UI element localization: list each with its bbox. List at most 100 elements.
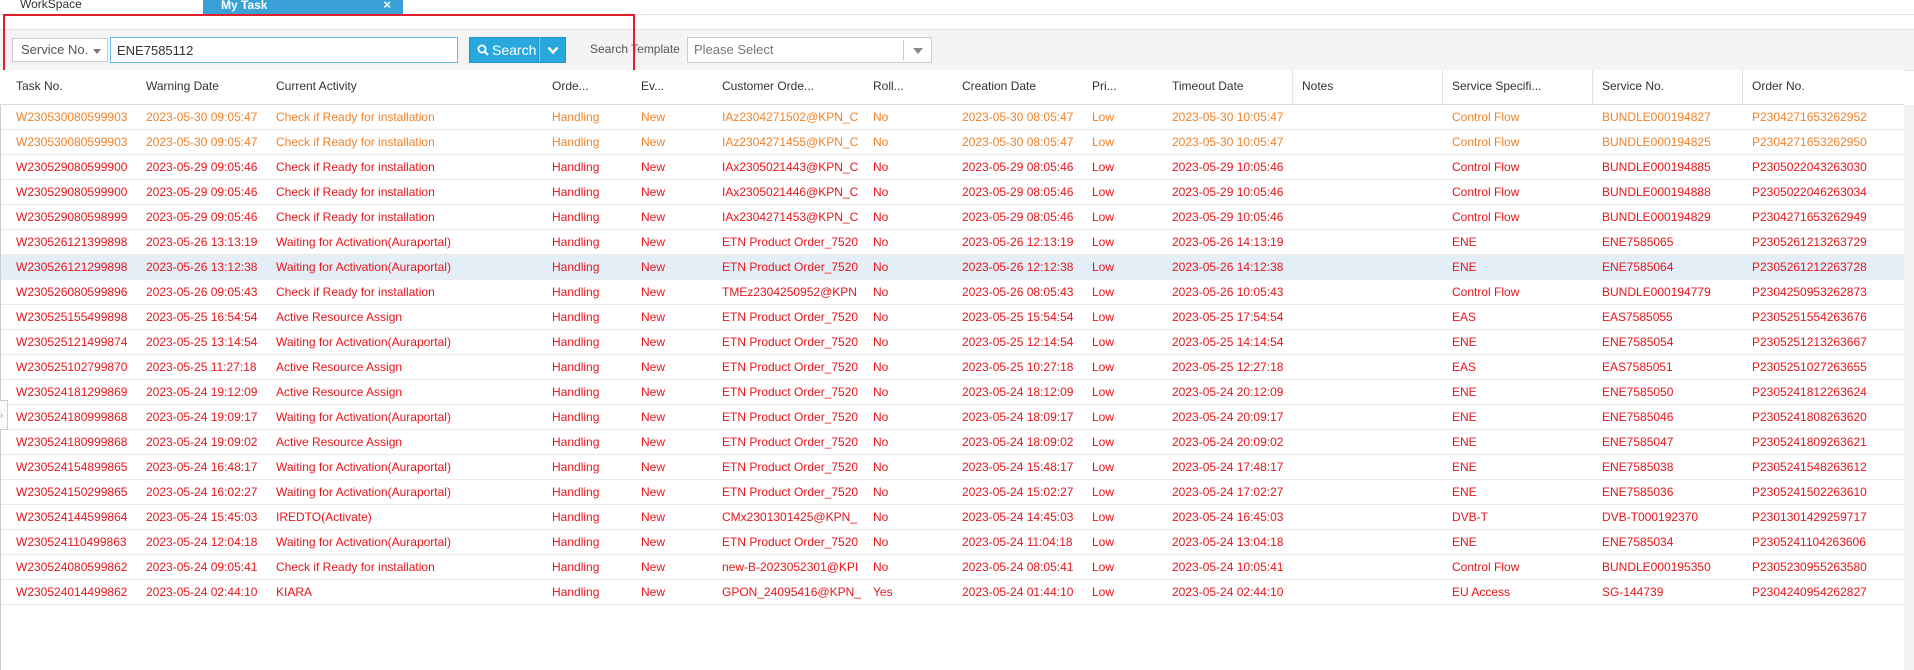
cell-order-status: Handling	[552, 460, 600, 474]
cell-creation-date: 2023-05-24 01:44:10	[962, 585, 1074, 599]
cell-rollback: Yes	[873, 585, 893, 599]
column-header-order-no[interactable]: Order No.	[1748, 70, 1898, 104]
cell-notes	[1298, 405, 1444, 429]
search-template-select[interactable]: Please Select	[687, 37, 932, 63]
cell-timeout-date: 2023-05-24 02:44:10	[1172, 585, 1284, 599]
cell-creation-date: 2023-05-24 11:04:18	[962, 535, 1073, 549]
cell-creation-date: 2023-05-25 12:14:54	[962, 335, 1074, 349]
cell-event: New	[641, 360, 666, 374]
cell-notes	[1298, 155, 1444, 179]
cell-event: New	[641, 185, 666, 199]
cell-task-no: W230524144599864	[16, 510, 128, 524]
chevron-down-icon	[547, 46, 559, 55]
table-row[interactable]: W230525155499898 2023-05-25 16:54:54 Activ…	[0, 305, 1904, 330]
table-row[interactable]: W230524080599862 2023-05-24 09:05:41 Check…	[0, 555, 1904, 580]
cell-rollback: No	[873, 210, 889, 224]
cell-timeout-date: 2023-05-26 14:13:19	[1172, 235, 1284, 249]
column-header-order-status[interactable]: Orde...	[548, 70, 633, 104]
tab-my-task[interactable]: My Task ×	[203, 0, 403, 16]
panel-expand-handle[interactable]: ›	[0, 400, 8, 430]
cell-priority: Low	[1092, 285, 1115, 299]
cell-order-status: Handling	[552, 110, 600, 124]
column-header-task-no[interactable]: Task No.	[12, 70, 138, 104]
table-row[interactable]: W230526121399898 2023-05-26 13:13:19 Waiti…	[0, 230, 1904, 255]
table-row[interactable]: W230530080599903 2023-05-30 09:05:47 Check…	[0, 105, 1904, 130]
cell-creation-date: 2023-05-29 08:05:46	[962, 160, 1074, 174]
cell-notes	[1298, 130, 1444, 154]
cell-notes	[1298, 255, 1444, 279]
column-header-creation-date[interactable]: Creation Date	[958, 70, 1084, 104]
cell-current-activity: Check if Ready for installation	[276, 160, 435, 174]
column-header-current-activity[interactable]: Current Activity	[272, 70, 544, 104]
column-header-service-no[interactable]: Service No.	[1598, 70, 1744, 104]
column-header-customer-order[interactable]: Customer Orde...	[718, 70, 865, 104]
column-separator[interactable]	[1292, 70, 1293, 104]
table-row[interactable]: W230529080599900 2023-05-29 09:05:46 Check…	[0, 180, 1904, 205]
column-separator[interactable]	[1742, 70, 1743, 104]
column-separator[interactable]	[1592, 70, 1593, 104]
cell-rollback: No	[873, 485, 889, 499]
table-row[interactable]: W230524144599864 2023-05-24 15:45:03 IREDT…	[0, 505, 1904, 530]
cell-order-no: P2305230955263580	[1752, 560, 1867, 574]
cell-service-spec: ENE	[1452, 485, 1477, 499]
table-row[interactable]: W230524180999868 2023-05-24 19:09:02 Activ…	[0, 430, 1904, 455]
cell-service-spec: Control Flow	[1452, 560, 1520, 574]
cell-event: New	[641, 535, 666, 549]
cell-warning-date: 2023-05-30 09:05:47	[146, 110, 258, 124]
column-header-rollback[interactable]: Roll...	[869, 70, 954, 104]
table-row[interactable]: W230524181299869 2023-05-24 19:12:09 Activ…	[0, 380, 1904, 405]
grid-header: Task No. Warning Date Current Activity Orde…	[0, 70, 1904, 105]
cell-warning-date: 2023-05-24 15:45:03	[146, 510, 258, 524]
cell-rollback: No	[873, 385, 889, 399]
cell-service-spec: ENE	[1452, 460, 1477, 474]
cell-current-activity: IREDTO(Activate)	[276, 510, 372, 524]
cell-rollback: No	[873, 510, 889, 524]
cell-customer-order: TMEz2304250952@KPN	[722, 285, 857, 299]
table-row[interactable]: W230525102799870 2023-05-25 11:27:18 Activ…	[0, 355, 1904, 380]
column-header-event[interactable]: Ev...	[637, 70, 714, 104]
cell-priority: Low	[1092, 535, 1115, 549]
table-row[interactable]: W230526080599896 2023-05-26 09:05:43 Check…	[0, 280, 1904, 305]
column-separator[interactable]	[1442, 70, 1443, 104]
table-row[interactable]: W230526121299898 2023-05-26 13:12:38 Waiti…	[0, 255, 1904, 280]
cell-order-status: Handling	[552, 210, 600, 224]
cell-creation-date: 2023-05-30 08:05:47	[962, 135, 1074, 149]
cell-current-activity: Waiting for Activation(Auraportal)	[276, 235, 451, 249]
cell-service-no: EAS7585055	[1602, 310, 1673, 324]
cell-event: New	[641, 335, 666, 349]
table-row[interactable]: W230525121499874 2023-05-25 13:14:54 Waiti…	[0, 330, 1904, 355]
table-row[interactable]: W230529080599900 2023-05-29 09:05:46 Check…	[0, 155, 1904, 180]
table-row[interactable]: W230524110499863 2023-05-24 12:04:18 Waiti…	[0, 530, 1904, 555]
column-header-notes[interactable]: Notes	[1298, 70, 1444, 104]
cell-order-status: Handling	[552, 560, 600, 574]
search-button[interactable]: Search	[469, 37, 539, 63]
search-input[interactable]	[110, 37, 458, 63]
cell-current-activity: Waiting for Activation(Auraportal)	[276, 335, 451, 349]
column-header-service-spec[interactable]: Service Specifi...	[1448, 70, 1594, 104]
table-row[interactable]: W230529080598999 2023-05-29 09:05:46 Check…	[0, 205, 1904, 230]
cell-order-status: Handling	[552, 185, 600, 199]
cell-service-spec: Control Flow	[1452, 160, 1520, 174]
cell-order-no: P2305241548263612	[1752, 460, 1867, 474]
table-row[interactable]: W230524180999868 2023-05-24 19:09:17 Waiti…	[0, 405, 1904, 430]
close-icon[interactable]: ×	[383, 0, 391, 14]
table-row[interactable]: W230524154899865 2023-05-24 16:48:17 Waiti…	[0, 455, 1904, 480]
column-header-timeout-date[interactable]: Timeout Date	[1168, 70, 1294, 104]
column-header-warning-date[interactable]: Warning Date	[142, 70, 268, 104]
cell-warning-date: 2023-05-25 13:14:54	[146, 335, 258, 349]
column-header-priority[interactable]: Pri...	[1088, 70, 1164, 104]
search-options-dropdown[interactable]	[539, 37, 566, 63]
vertical-scrollbar[interactable]	[1904, 105, 1914, 670]
cell-priority: Low	[1092, 260, 1115, 274]
cell-creation-date: 2023-05-26 08:05:43	[962, 285, 1074, 299]
cell-notes	[1298, 230, 1444, 254]
cell-timeout-date: 2023-05-25 12:27:18	[1172, 360, 1284, 374]
search-field-select[interactable]: Service No.	[12, 38, 108, 62]
cell-order-no: P2305241808263620	[1752, 410, 1867, 424]
tab-workspace[interactable]: WorkSpace	[20, 0, 82, 11]
table-row[interactable]: W230524014499862 2023-05-24 02:44:10 KIARA…	[0, 580, 1904, 605]
table-row[interactable]: W230530080599903 2023-05-30 09:05:47 Check…	[0, 130, 1904, 155]
table-row[interactable]: W230524150299865 2023-05-24 16:02:27 Waiti…	[0, 480, 1904, 505]
cell-timeout-date: 2023-05-26 14:12:38	[1172, 260, 1284, 274]
cell-customer-order: GPON_24095416@KPN_	[722, 585, 861, 599]
